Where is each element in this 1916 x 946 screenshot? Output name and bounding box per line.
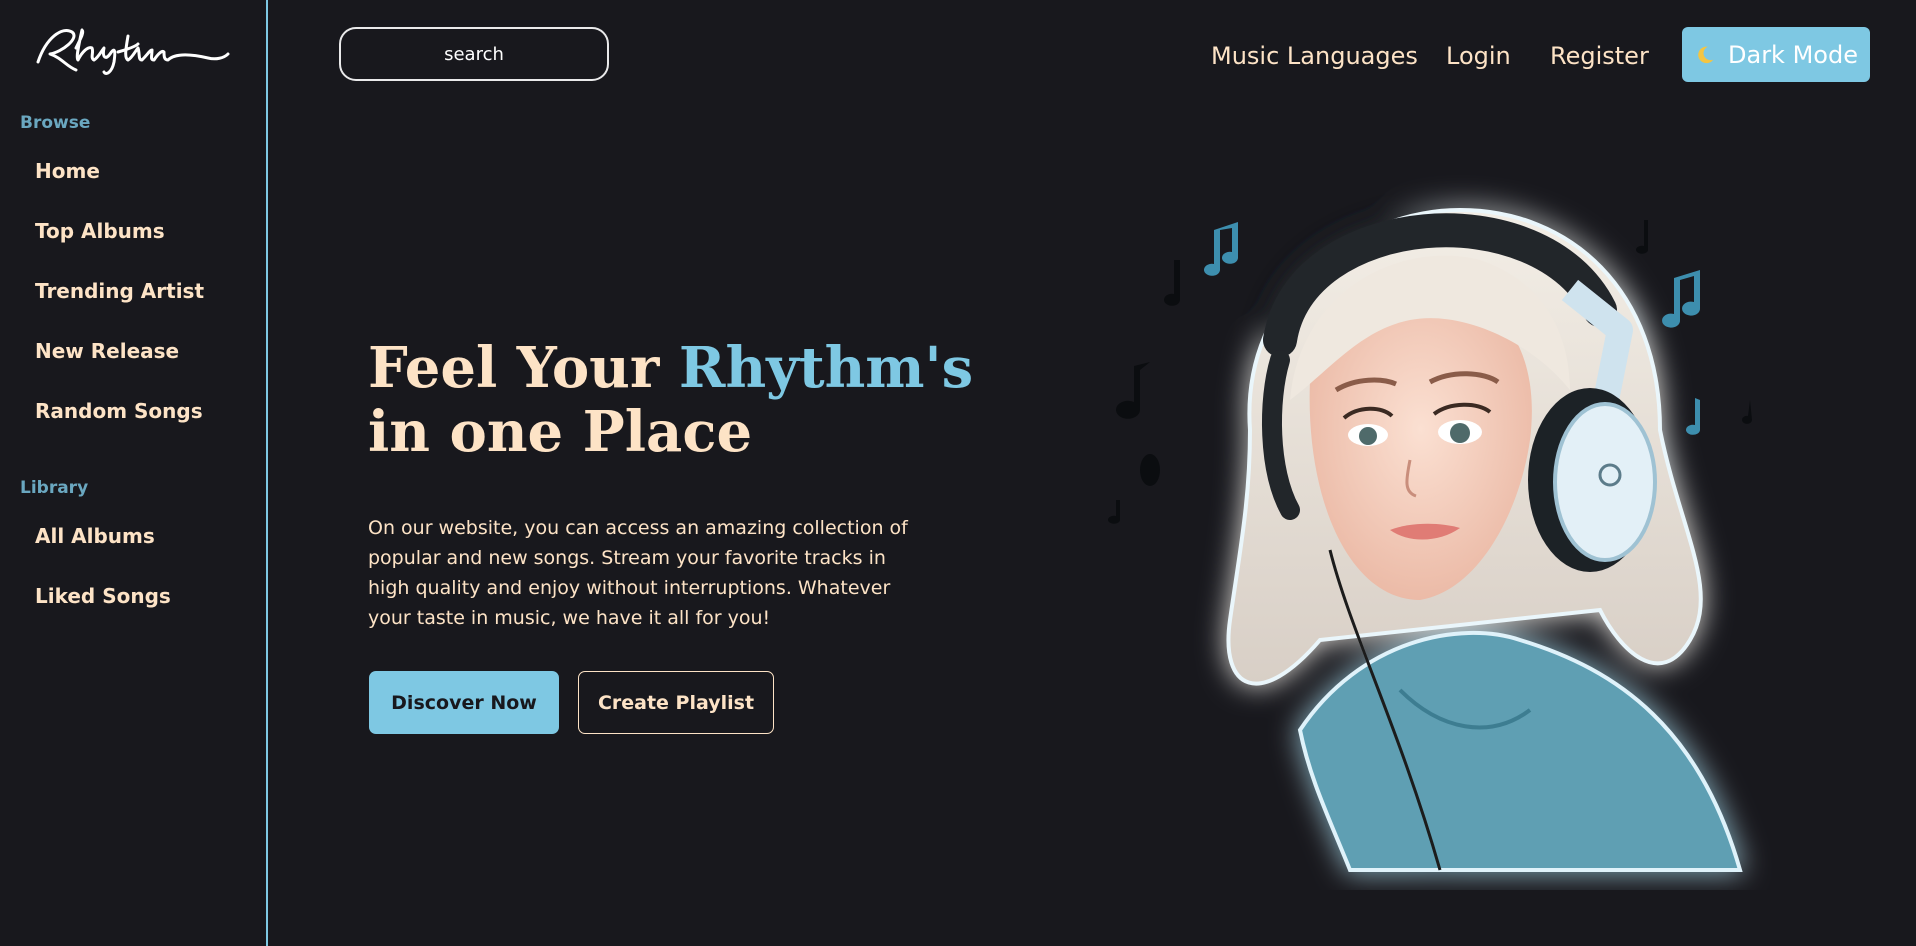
section-title-library: Library <box>20 478 89 498</box>
dark-mode-label: Dark Mode <box>1728 40 1858 69</box>
create-playlist-button[interactable]: Create Playlist <box>578 671 774 734</box>
sidebar-item-trending-artist[interactable]: Trending Artist <box>35 279 204 303</box>
rhythm-logo[interactable] <box>32 18 232 80</box>
hero-description: On our website, you can access an amazin… <box>368 517 908 629</box>
app: Browse Home Top Albums Trending Artist N… <box>0 0 1916 946</box>
search-input[interactable] <box>339 27 609 81</box>
sidebar-item-top-albums[interactable]: Top Albums <box>35 219 165 243</box>
sidebar-item-new-release[interactable]: New Release <box>35 339 179 363</box>
sidebar-item-random-songs[interactable]: Random Songs <box>35 399 203 423</box>
dark-mode-button[interactable]: Dark Mode <box>1682 27 1870 82</box>
hero-title-accent: Rhythm's <box>678 335 974 401</box>
sidebar-item-liked-songs[interactable]: Liked Songs <box>35 584 171 608</box>
section-title-browse: Browse <box>20 113 91 133</box>
hero-title-part1: Feel Your <box>368 335 679 401</box>
nav-music-languages[interactable]: Music Languages <box>1211 42 1418 70</box>
sidebar-item-all-albums[interactable]: All Albums <box>35 524 155 548</box>
nav-login[interactable]: Login <box>1446 42 1511 70</box>
hero-title: Feel Your Rhythm's in one Place <box>368 336 1008 464</box>
girl-with-headphones-illustration <box>1108 207 1752 872</box>
hero-title-part2: in one Place <box>368 399 753 465</box>
sidebar: Browse Home Top Albums Trending Artist N… <box>0 0 268 946</box>
moon-icon <box>1698 46 1714 63</box>
nav-register[interactable]: Register <box>1550 42 1649 70</box>
sidebar-item-home[interactable]: Home <box>35 159 100 183</box>
discover-now-button[interactable]: Discover Now <box>369 671 559 734</box>
